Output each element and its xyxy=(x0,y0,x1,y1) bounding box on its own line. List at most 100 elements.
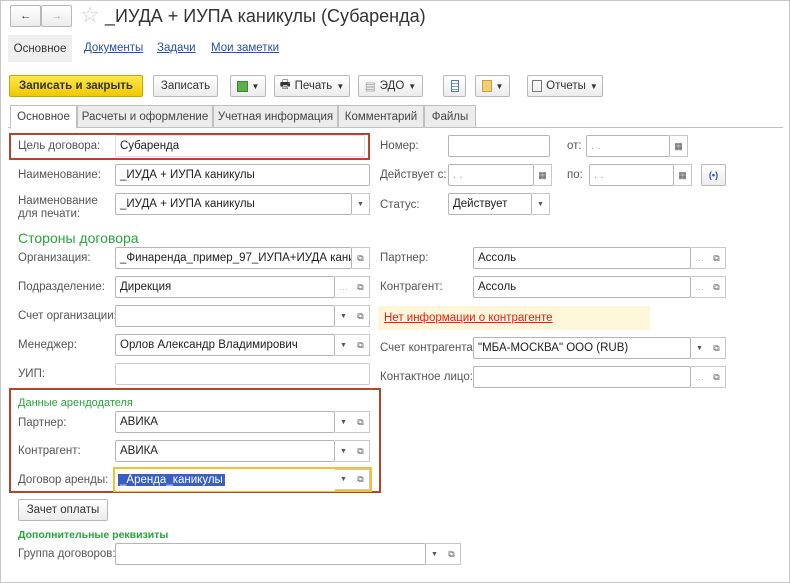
nav-notes[interactable]: Мои заметки xyxy=(211,42,279,54)
chevron-down-icon: ▼ xyxy=(340,447,347,455)
nav-tasks[interactable]: Задачи xyxy=(157,42,196,54)
open-icon: ⧉ xyxy=(357,474,364,484)
lessor-partner-dropdown[interactable]: ▼ xyxy=(335,411,353,433)
partner-open-button[interactable]: ⧉ xyxy=(708,247,726,269)
group-label: Группа договоров: xyxy=(18,548,116,560)
status-field[interactable]: Действует xyxy=(448,193,532,215)
forward-button[interactable]: → xyxy=(41,5,72,27)
print-name-dropdown[interactable]: ▼ xyxy=(352,193,370,215)
org-account-field[interactable] xyxy=(115,305,335,327)
dept-field[interactable]: Дирекция xyxy=(115,276,335,298)
account-open-button[interactable]: ⧉ xyxy=(708,337,726,359)
arrow-left-icon: ← xyxy=(19,10,32,22)
contact-field[interactable] xyxy=(473,366,691,388)
name-field[interactable]: _ИУДА + ИУПА каникулы xyxy=(115,164,370,186)
lease-field[interactable]: _Аренда_каникулы xyxy=(115,469,335,491)
account-field[interactable]: "МБА-МОСКВА" ООО (RUB) xyxy=(473,337,691,359)
nav-documents[interactable]: Документы xyxy=(84,42,143,54)
lease-dropdown[interactable]: ▼ xyxy=(335,469,353,490)
uip-field[interactable] xyxy=(115,363,370,385)
edo-button[interactable]: ▤ ЭДО ▼ xyxy=(358,75,423,97)
lessor-counterparty-open-button[interactable]: ⧉ xyxy=(352,440,370,462)
counterparty-label: Контрагент: xyxy=(380,281,443,293)
status-dropdown[interactable]: ▼ xyxy=(532,193,550,215)
create-based-on-button[interactable]: ▼ xyxy=(230,75,266,97)
tab-main[interactable]: Основное xyxy=(10,105,77,129)
chevron-down-icon: ▼ xyxy=(495,81,504,91)
partner-select-button[interactable]: … xyxy=(691,247,709,269)
tab-accounting[interactable]: Учетная информация xyxy=(213,105,338,128)
open-icon: ⧉ xyxy=(713,252,720,263)
date-calendar-button[interactable]: ▦ xyxy=(670,135,688,157)
star-icon[interactable]: ☆ xyxy=(80,2,100,28)
edo-icon: ▤ xyxy=(364,81,376,93)
back-button[interactable]: ← xyxy=(10,5,41,27)
counterparty-warning-link[interactable]: Нет информации о контрагенте xyxy=(384,312,553,324)
tab-comment[interactable]: Комментарий xyxy=(338,105,424,128)
print-name-field[interactable]: _ИУДА + ИУПА каникулы xyxy=(115,193,352,215)
nav-main[interactable]: Основное xyxy=(8,35,72,62)
group-dropdown[interactable]: ▼ xyxy=(426,543,444,565)
period-icon: (•) xyxy=(708,170,719,180)
print-button[interactable]: 🖶 Печать ▼ xyxy=(274,75,350,97)
save-button[interactable]: Записать xyxy=(153,75,218,97)
valid-to-calendar-button[interactable]: ▦ xyxy=(674,164,692,186)
reports-label: Отчеты xyxy=(546,80,586,92)
org-field[interactable]: _Финаренда_пример_97_ИУПА+ИУДА каникулы xyxy=(115,247,352,269)
org-account-open-button[interactable]: ⧉ xyxy=(352,305,370,327)
contact-open-button[interactable]: ⧉ xyxy=(708,366,726,388)
manager-label: Менеджер: xyxy=(18,339,77,351)
counterparty-open-button[interactable]: ⧉ xyxy=(708,276,726,298)
tab-files[interactable]: Файлы xyxy=(424,105,476,128)
chevron-down-icon: ▼ xyxy=(537,200,544,208)
tab-payments[interactable]: Расчеты и оформление xyxy=(77,105,213,128)
lessor-partner-open-button[interactable]: ⧉ xyxy=(352,411,370,433)
partner-field[interactable]: Ассоль xyxy=(473,247,691,269)
number-field[interactable] xyxy=(448,135,550,157)
valid-from-label: Действует с: xyxy=(380,169,447,181)
save-and-close-button[interactable]: Записать и закрыть xyxy=(9,75,143,97)
chevron-down-icon: ▼ xyxy=(340,312,347,320)
chevron-down-icon: ▼ xyxy=(340,418,347,426)
edo-label: ЭДО xyxy=(379,80,405,92)
org-account-dropdown[interactable]: ▼ xyxy=(335,305,353,327)
reports-button[interactable]: Отчеты ▼ xyxy=(527,75,603,97)
dept-select-button[interactable]: … xyxy=(335,276,353,298)
manager-dropdown[interactable]: ▼ xyxy=(335,334,353,356)
chevron-down-icon: ▼ xyxy=(357,200,364,208)
org-open-button[interactable]: ⧉ xyxy=(352,247,370,269)
account-dropdown[interactable]: ▼ xyxy=(691,337,709,359)
dept-open-button[interactable]: ⧉ xyxy=(352,276,370,298)
contact-select-button[interactable]: … xyxy=(691,366,709,388)
uip-label: УИП: xyxy=(18,368,46,380)
report-icon xyxy=(532,80,543,92)
lessor-counterparty-field[interactable]: АВИКА xyxy=(115,440,335,462)
period-button[interactable]: (•) xyxy=(701,164,726,186)
group-open-button[interactable]: ⧉ xyxy=(443,543,461,565)
partner-label: Партнер: xyxy=(380,252,429,264)
date-field[interactable]: . . xyxy=(586,135,670,157)
counterparty-select-button[interactable]: … xyxy=(691,276,709,298)
print-label: Печать xyxy=(294,80,333,92)
lease-open-button[interactable]: ⧉ xyxy=(352,469,370,490)
valid-from-calendar-button[interactable]: ▦ xyxy=(534,164,552,186)
counterparty-field[interactable]: Ассоль xyxy=(473,276,691,298)
attach-button[interactable]: ▼ xyxy=(475,75,510,97)
purpose-field[interactable]: Субаренда xyxy=(115,135,365,157)
lessor-partner-label: Партнер: xyxy=(18,417,67,429)
extra-heading: Дополнительные реквизиты xyxy=(18,529,169,541)
group-field[interactable] xyxy=(115,543,426,565)
offset-payment-button[interactable]: Зачет оплаты xyxy=(18,499,108,521)
valid-from-field[interactable]: . . xyxy=(448,164,534,186)
valid-to-field[interactable]: . . xyxy=(589,164,674,186)
manager-open-button[interactable]: ⧉ xyxy=(352,334,370,356)
document-list-icon xyxy=(450,80,459,92)
open-icon: ⧉ xyxy=(357,339,364,350)
open-icon: ⧉ xyxy=(357,445,364,456)
list-button[interactable] xyxy=(443,75,466,97)
lessor-partner-field[interactable]: АВИКА xyxy=(115,411,335,433)
lease-selected-text: _Аренда_каникулы xyxy=(118,474,225,486)
manager-field[interactable]: Орлов Александр Владимирович xyxy=(115,334,335,356)
lessor-counterparty-dropdown[interactable]: ▼ xyxy=(335,440,353,462)
arrow-right-icon: → xyxy=(50,10,63,22)
